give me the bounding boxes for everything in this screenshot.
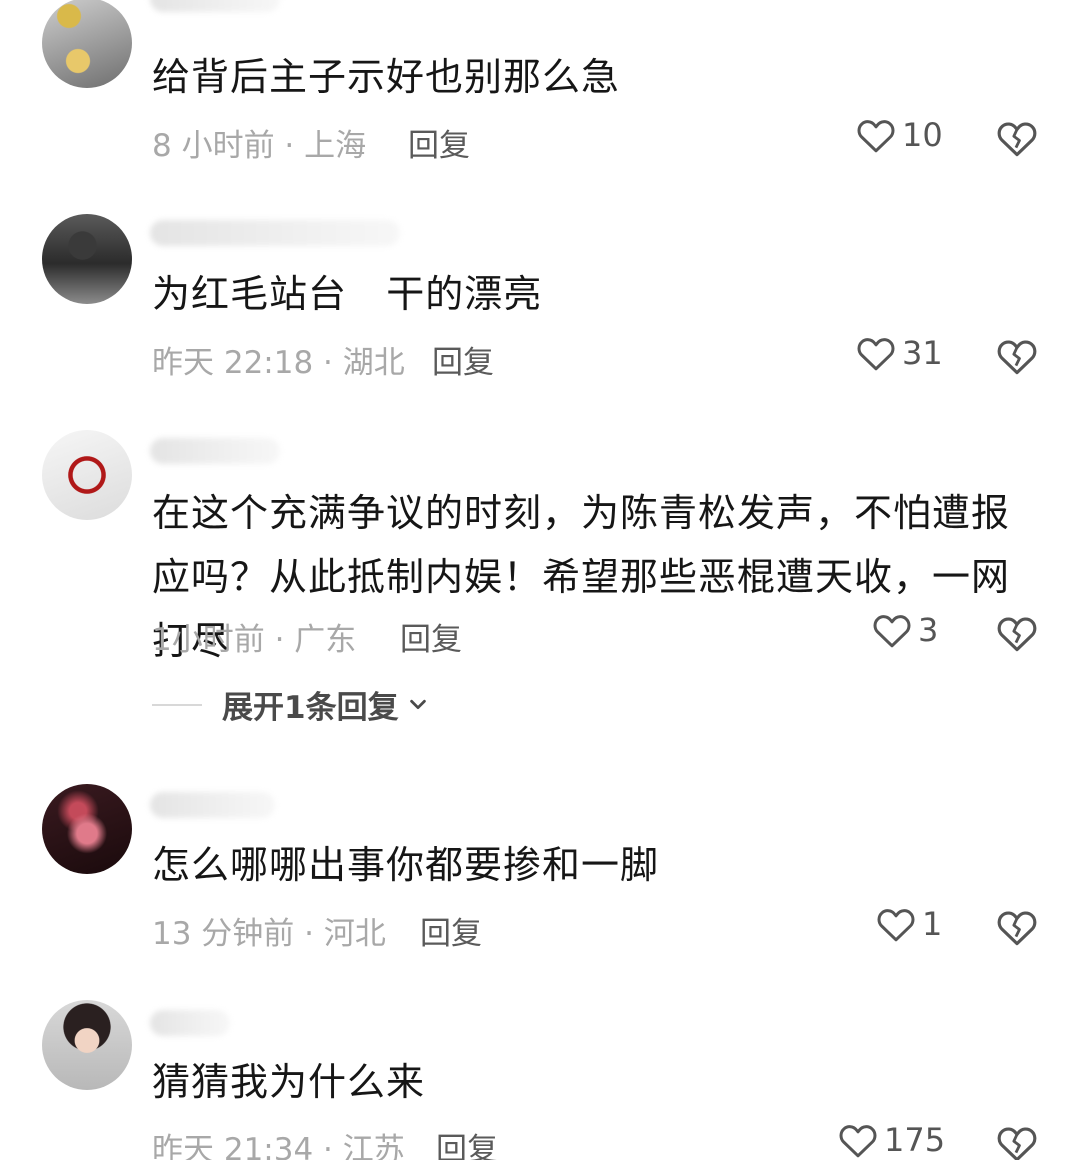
like-button[interactable]: 175	[838, 1121, 945, 1159]
broken-heart-icon	[996, 118, 1038, 158]
comment-meta: 1小时前 · 广东	[152, 622, 357, 658]
broken-heart-icon	[996, 613, 1038, 653]
broken-heart-icon	[996, 336, 1038, 376]
comment-text: 猜猜我为什么来	[152, 1060, 426, 1104]
comment-meta: 昨天 21:34 · 江苏	[152, 1132, 405, 1160]
like-button[interactable]: 1	[876, 905, 942, 943]
heart-outline-icon	[872, 611, 912, 649]
avatar[interactable]	[42, 0, 132, 88]
like-button[interactable]: 10	[856, 116, 943, 154]
username-blurred	[150, 1010, 230, 1036]
like-button[interactable]: 3	[872, 611, 938, 649]
reply-button[interactable]: 回复	[436, 1124, 498, 1160]
chevron-down-icon	[407, 687, 429, 723]
dislike-button[interactable]	[996, 907, 1038, 949]
comment-text: 怎么哪哪出事你都要掺和一脚	[152, 843, 660, 887]
heart-outline-icon	[838, 1121, 878, 1159]
heart-outline-icon	[876, 905, 916, 943]
like-count: 31	[902, 334, 943, 372]
heart-outline-icon	[856, 334, 896, 372]
avatar[interactable]	[42, 1000, 132, 1090]
dislike-button[interactable]	[996, 118, 1038, 160]
username-blurred	[150, 792, 275, 818]
avatar[interactable]	[42, 784, 132, 874]
comment-text: 给背后主子示好也别那么急	[152, 55, 621, 99]
like-count: 10	[902, 116, 943, 154]
broken-heart-icon	[996, 1123, 1038, 1160]
heart-outline-icon	[856, 116, 896, 154]
reply-button[interactable]: 回复	[408, 120, 470, 165]
avatar[interactable]	[42, 430, 132, 520]
like-count: 3	[918, 611, 939, 649]
like-button[interactable]: 31	[856, 334, 943, 372]
username-blurred	[150, 0, 280, 12]
comment-list: 给背后主子示好也别那么急 8 小时前 · 上海 回复 10 为红毛站台 干的漂亮…	[0, 0, 1080, 1160]
comment-meta: 昨天 22:18 · 湖北	[152, 345, 405, 381]
reply-button[interactable]: 回复	[432, 337, 494, 382]
expand-replies-button[interactable]: 展开1条回复	[152, 682, 429, 727]
dislike-button[interactable]	[996, 613, 1038, 655]
comment-text: 为红毛站台 干的漂亮	[152, 272, 543, 316]
expand-replies-label: 展开1条回复	[222, 690, 399, 726]
like-count: 175	[884, 1121, 946, 1159]
dislike-button[interactable]	[996, 1123, 1038, 1160]
comment-meta: 8 小时前 · 上海	[152, 128, 367, 164]
reply-button[interactable]: 回复	[400, 614, 462, 659]
divider	[152, 703, 202, 706]
avatar[interactable]	[42, 214, 132, 304]
like-count: 1	[922, 905, 943, 943]
reply-button[interactable]: 回复	[420, 908, 482, 953]
comment-meta: 13 分钟前 · 河北	[152, 916, 386, 952]
dislike-button[interactable]	[996, 336, 1038, 378]
username-blurred	[150, 438, 280, 464]
username-blurred	[150, 220, 400, 246]
broken-heart-icon	[996, 907, 1038, 947]
